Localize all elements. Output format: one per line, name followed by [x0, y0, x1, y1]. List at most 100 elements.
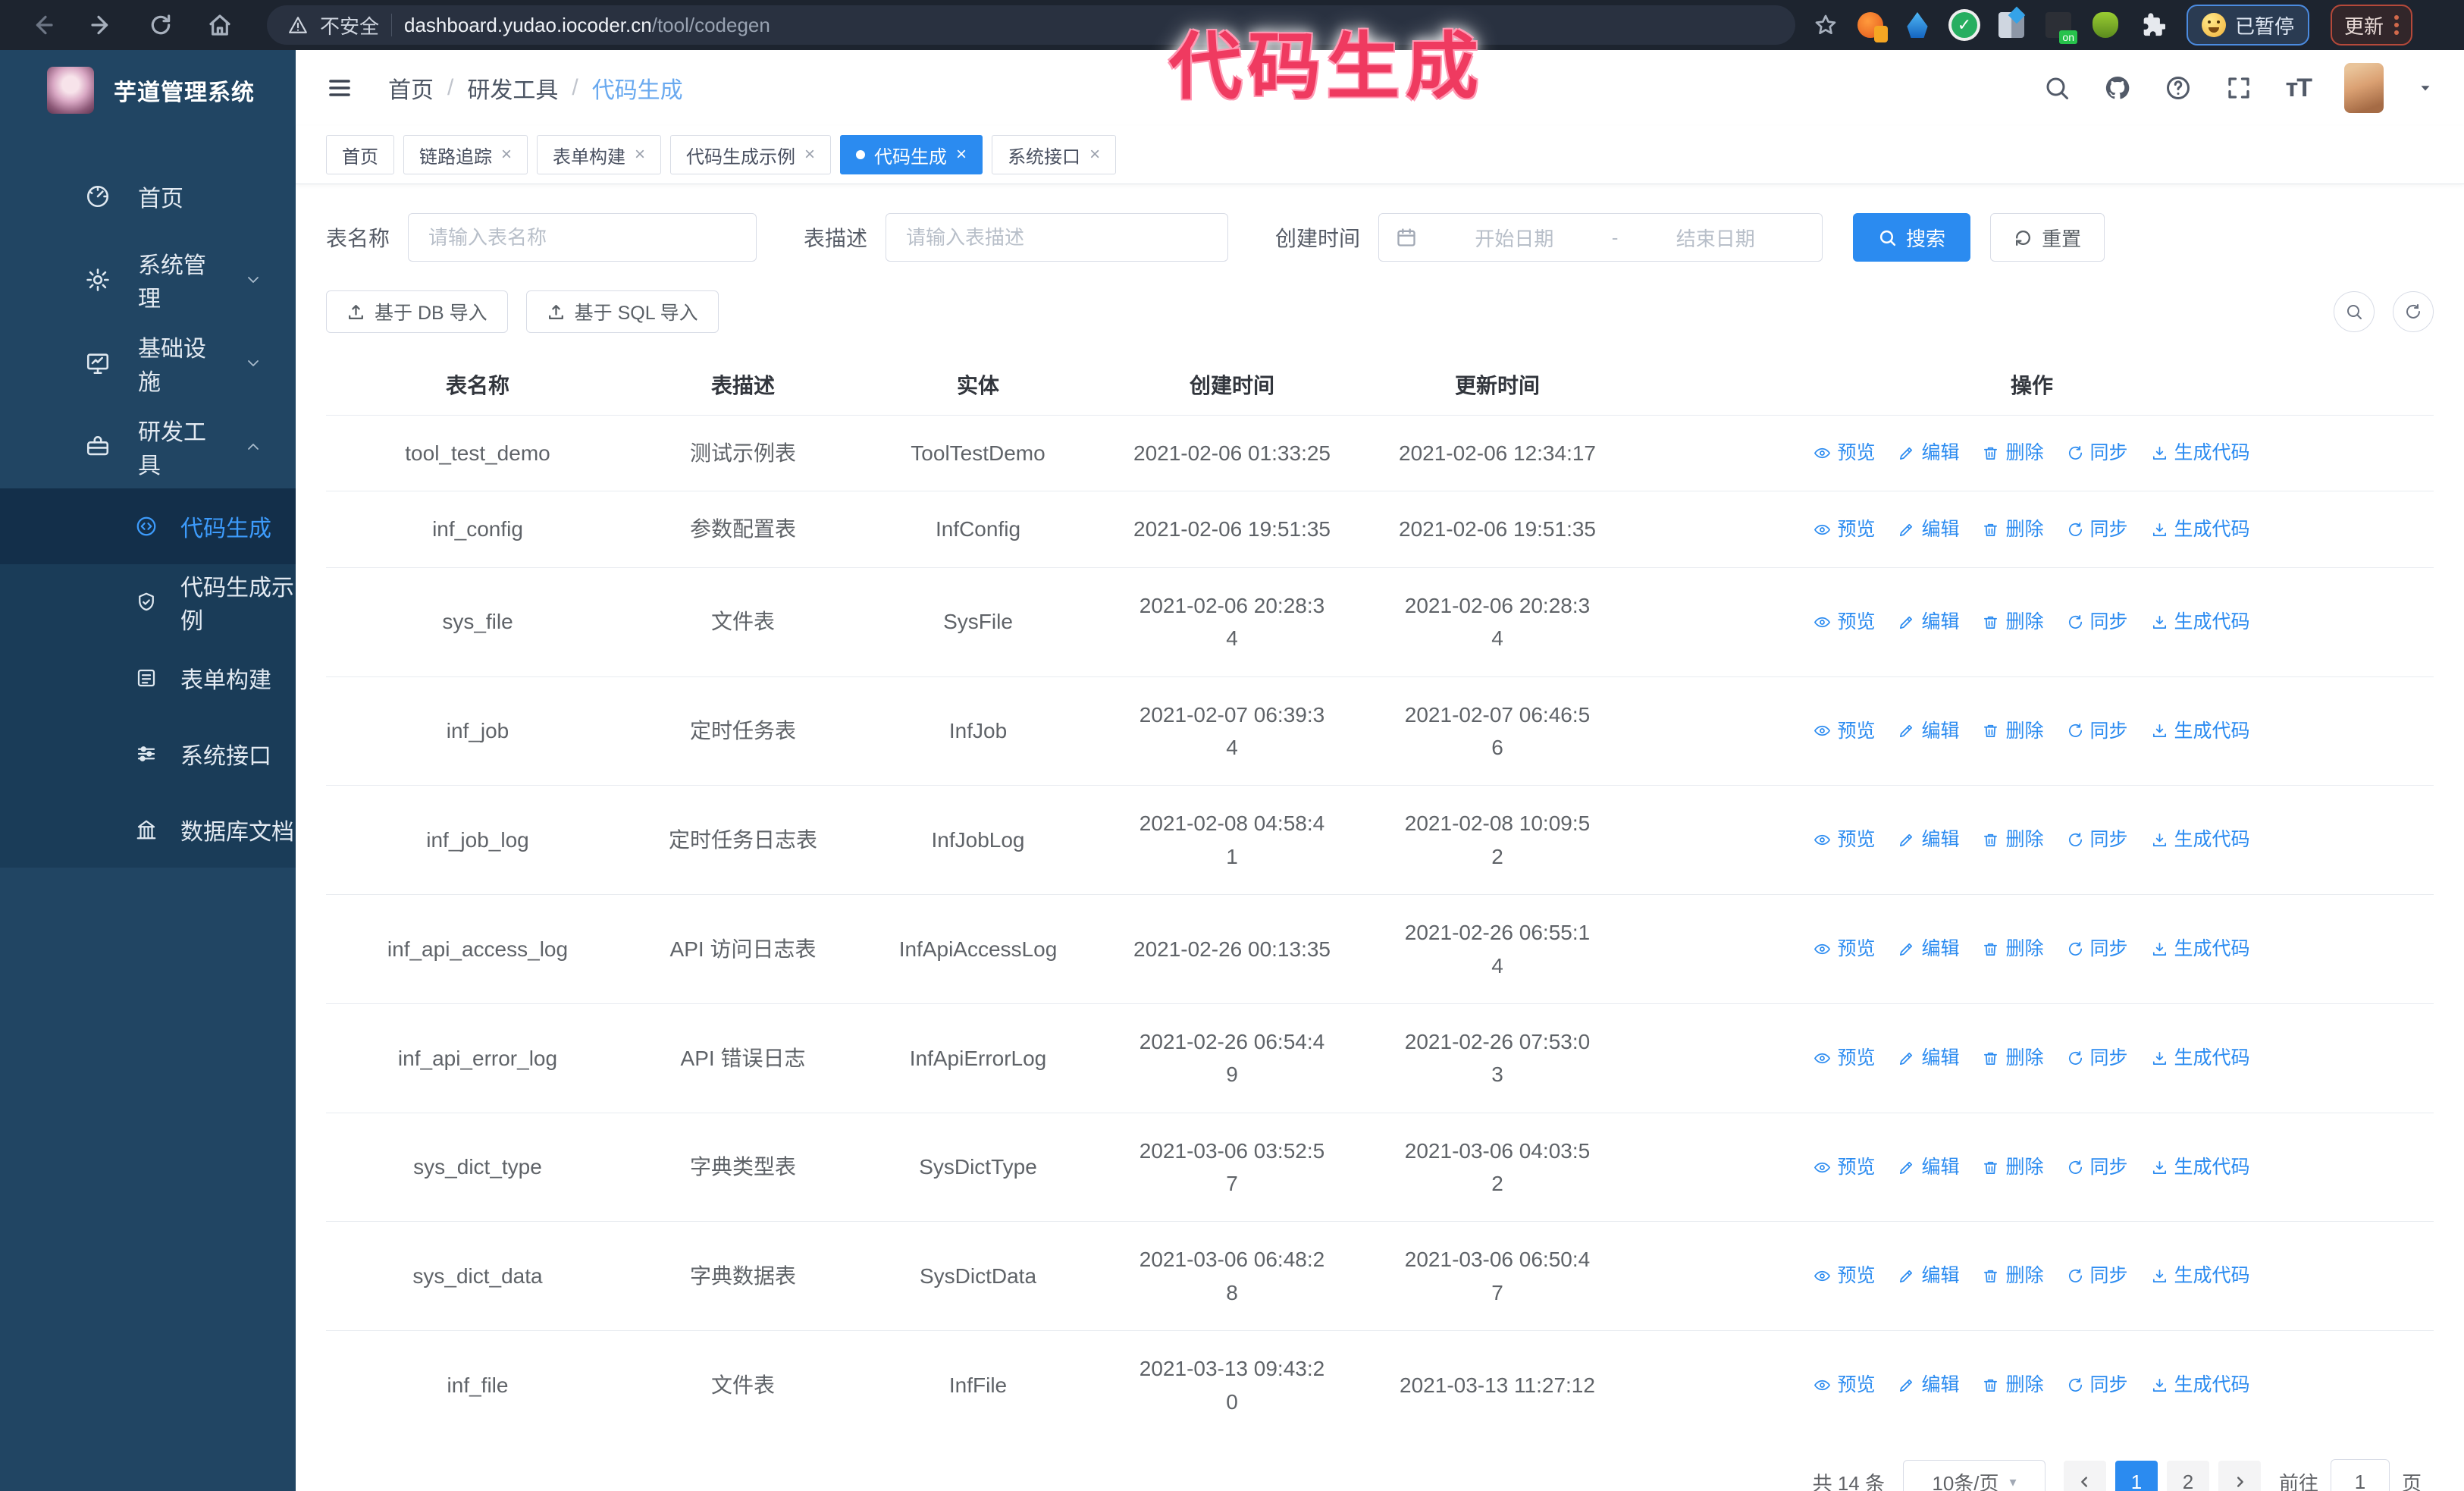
- page-button-1[interactable]: 1: [2114, 1461, 2158, 1491]
- refresh-table-button[interactable]: [2393, 291, 2434, 332]
- trash-action-link[interactable]: 删除: [1982, 825, 2044, 855]
- download-action-link[interactable]: 生成代码: [2151, 1261, 2250, 1291]
- eye-action-link[interactable]: 预览: [1814, 934, 1875, 964]
- fullscreen-icon[interactable]: [2225, 74, 2252, 102]
- reset-button[interactable]: 重置: [1990, 213, 2105, 262]
- table-desc-input[interactable]: [886, 213, 1229, 262]
- sync-action-link[interactable]: 同步: [2067, 825, 2128, 855]
- prev-page-button[interactable]: [2063, 1461, 2106, 1491]
- eye-action-link[interactable]: 预览: [1814, 717, 1875, 746]
- sync-action-link[interactable]: 同步: [2067, 1153, 2128, 1182]
- submenu-item-3[interactable]: 系统接口: [0, 716, 296, 792]
- sidebar-item-1[interactable]: 系统管理: [0, 238, 296, 322]
- sync-action-link[interactable]: 同步: [2067, 934, 2128, 964]
- date-start-placeholder[interactable]: 开始日期: [1425, 224, 1604, 252]
- tab-0[interactable]: 首页: [326, 135, 394, 174]
- search-icon[interactable]: [2043, 74, 2071, 102]
- forward-icon[interactable]: [89, 13, 114, 37]
- edit-action-link[interactable]: 编辑: [1898, 438, 1959, 468]
- submenu-item-2[interactable]: 表单构建: [0, 640, 296, 716]
- close-icon[interactable]: ×: [1089, 146, 1100, 164]
- sync-action-link[interactable]: 同步: [2067, 438, 2128, 468]
- eye-action-link[interactable]: 预览: [1814, 825, 1875, 855]
- edit-action-link[interactable]: 编辑: [1898, 717, 1959, 746]
- tab-2[interactable]: 表单构建 ×: [537, 135, 662, 174]
- edit-action-link[interactable]: 编辑: [1898, 1261, 1959, 1291]
- extension-grid-icon[interactable]: [1998, 6, 2026, 38]
- eye-action-link[interactable]: 预览: [1814, 515, 1875, 545]
- extension-green-check-icon[interactable]: ✓: [1951, 12, 1977, 38]
- download-action-link[interactable]: 生成代码: [2151, 607, 2250, 637]
- eye-action-link[interactable]: 预览: [1814, 1261, 1875, 1291]
- extension-robot-icon[interactable]: [2093, 12, 2118, 38]
- close-icon[interactable]: ×: [635, 146, 645, 164]
- help-icon[interactable]: [2165, 74, 2192, 102]
- download-action-link[interactable]: 生成代码: [2151, 515, 2250, 545]
- sidebar-item-3[interactable]: 研发工具: [0, 405, 296, 488]
- edit-action-link[interactable]: 编辑: [1898, 934, 1959, 964]
- trash-action-link[interactable]: 删除: [1982, 934, 2044, 964]
- trash-action-link[interactable]: 删除: [1982, 515, 2044, 545]
- date-end-placeholder[interactable]: 结束日期: [1625, 224, 1805, 252]
- extension-blue-drop-icon[interactable]: [1907, 12, 1928, 38]
- breadcrumb-home[interactable]: 首页: [388, 71, 434, 105]
- hamburger-icon[interactable]: [326, 74, 353, 102]
- extensions-puzzle-icon[interactable]: [2140, 12, 2165, 38]
- submenu-item-1[interactable]: 代码生成示例: [0, 564, 296, 640]
- home-icon[interactable]: [208, 13, 232, 37]
- back-icon[interactable]: [30, 13, 55, 37]
- sync-action-link[interactable]: 同步: [2067, 515, 2128, 545]
- eye-action-link[interactable]: 预览: [1814, 1370, 1875, 1400]
- paused-badge[interactable]: 已暂停: [2187, 5, 2310, 46]
- edit-action-link[interactable]: 编辑: [1898, 1370, 1959, 1400]
- submenu-item-4[interactable]: 数据库文档: [0, 792, 296, 868]
- trash-action-link[interactable]: 删除: [1982, 607, 2044, 637]
- tab-3[interactable]: 代码生成示例 ×: [670, 135, 832, 174]
- close-icon[interactable]: ×: [956, 146, 967, 164]
- page-size-select[interactable]: 10条/页 ▾: [1902, 1460, 2045, 1491]
- sidebar-item-0[interactable]: 首页: [0, 155, 296, 238]
- trash-action-link[interactable]: 删除: [1982, 1261, 2044, 1291]
- date-range-picker[interactable]: 开始日期 - 结束日期: [1378, 213, 1823, 262]
- submenu-item-0[interactable]: 代码生成: [0, 488, 296, 564]
- eye-action-link[interactable]: 预览: [1814, 1153, 1875, 1182]
- address-bar[interactable]: 不安全 dashboard.yudao.iocoder.cn/tool/code…: [267, 5, 1795, 45]
- edit-action-link[interactable]: 编辑: [1898, 607, 1959, 637]
- sync-action-link[interactable]: 同步: [2067, 717, 2128, 746]
- sync-action-link[interactable]: 同步: [2067, 1044, 2128, 1073]
- edit-action-link[interactable]: 编辑: [1898, 825, 1959, 855]
- trash-action-link[interactable]: 删除: [1982, 1153, 2044, 1182]
- search-button[interactable]: 搜索: [1853, 213, 1971, 262]
- close-icon[interactable]: ×: [804, 146, 815, 164]
- download-action-link[interactable]: 生成代码: [2151, 1044, 2250, 1073]
- edit-action-link[interactable]: 编辑: [1898, 1153, 1959, 1182]
- tab-4[interactable]: 代码生成 ×: [840, 135, 983, 174]
- security-label[interactable]: 不安全: [320, 11, 379, 39]
- tab-1[interactable]: 链路追踪 ×: [403, 135, 528, 174]
- download-action-link[interactable]: 生成代码: [2151, 1370, 2250, 1400]
- download-action-link[interactable]: 生成代码: [2151, 825, 2250, 855]
- sync-action-link[interactable]: 同步: [2067, 1370, 2128, 1400]
- edit-action-link[interactable]: 编辑: [1898, 515, 1959, 545]
- next-page-button[interactable]: [2218, 1461, 2261, 1491]
- font-size-icon[interactable]: тT: [2286, 74, 2312, 103]
- download-action-link[interactable]: 生成代码: [2151, 1153, 2250, 1182]
- trash-action-link[interactable]: 删除: [1982, 1370, 2044, 1400]
- download-action-link[interactable]: 生成代码: [2151, 934, 2250, 964]
- kebab-menu-icon[interactable]: [2394, 15, 2400, 35]
- hide-search-button[interactable]: [2334, 291, 2375, 332]
- sidebar-item-2[interactable]: 基础设施: [0, 322, 296, 405]
- app-logo-row[interactable]: 芋道管理系统: [0, 50, 296, 127]
- trash-action-link[interactable]: 删除: [1982, 438, 2044, 468]
- import-sql-button[interactable]: 基于 SQL 导入: [525, 290, 719, 333]
- bookmark-star-icon[interactable]: [1814, 13, 1838, 37]
- sync-action-link[interactable]: 同步: [2067, 1261, 2128, 1291]
- chevron-down-icon[interactable]: [2417, 80, 2434, 96]
- eye-action-link[interactable]: 预览: [1814, 607, 1875, 637]
- update-button[interactable]: 更新: [2331, 5, 2413, 46]
- close-icon[interactable]: ×: [501, 146, 512, 164]
- edit-action-link[interactable]: 编辑: [1898, 1044, 1959, 1073]
- import-db-button[interactable]: 基于 DB 导入: [326, 290, 508, 333]
- trash-action-link[interactable]: 删除: [1982, 1044, 2044, 1073]
- trash-action-link[interactable]: 删除: [1982, 717, 2044, 746]
